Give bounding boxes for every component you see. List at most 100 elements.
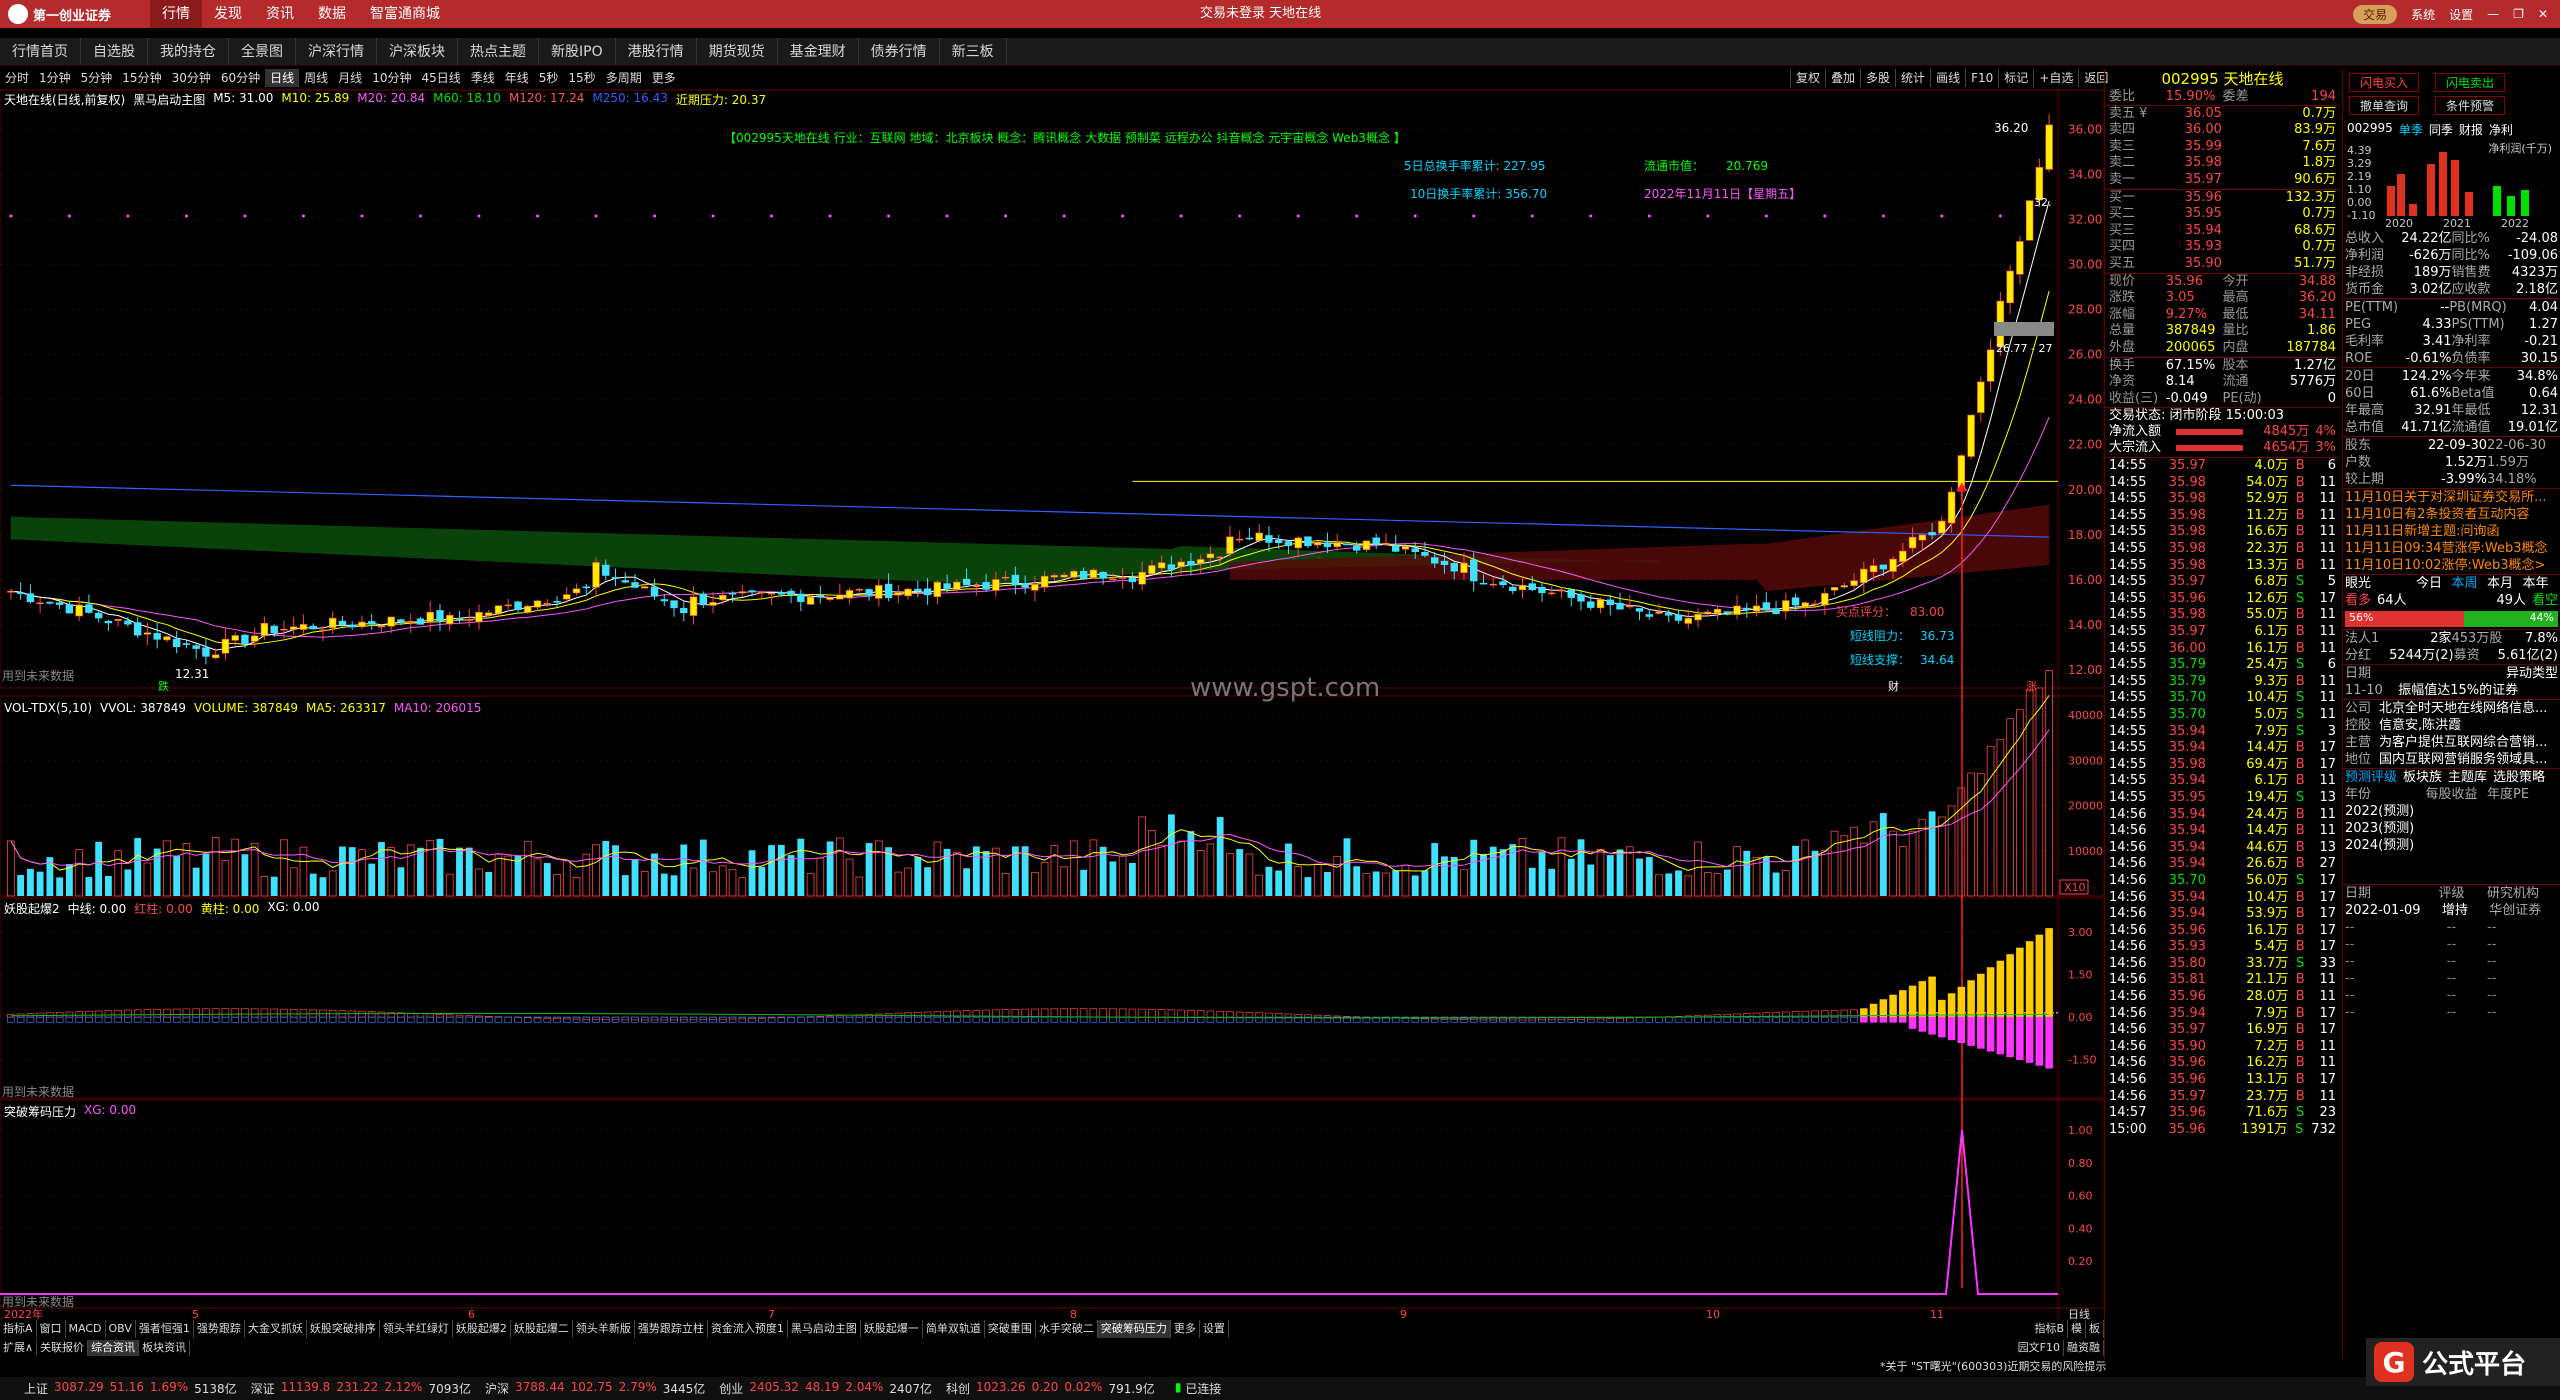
- chart-tool-0[interactable]: 复权: [1790, 69, 1825, 87]
- period-12[interactable]: 年线: [500, 69, 534, 87]
- period-0[interactable]: 分时: [0, 69, 34, 87]
- subnav-tab-4[interactable]: 沪深行情: [296, 38, 377, 65]
- subnav-tab-3[interactable]: 全景图: [229, 38, 296, 65]
- period-15[interactable]: 多周期: [601, 69, 647, 87]
- indicator-tab-11[interactable]: 领头羊新版: [573, 1320, 635, 1338]
- sentiment-tab-2[interactable]: 本月: [2487, 575, 2523, 592]
- news-item-3[interactable]: 11月11日09:34营涨停:Web3概念: [2343, 540, 2560, 557]
- subnav-tab-9[interactable]: 期货现货: [697, 38, 778, 65]
- news-item-2[interactable]: 11月11日新增主题:问询函: [2343, 523, 2560, 540]
- system-menu[interactable]: 系统: [2411, 6, 2435, 23]
- index-2[interactable]: 沪深 3788.44 102.75 2.79% 3445亿: [485, 1380, 705, 1397]
- subnav-tab-6[interactable]: 热点主题: [458, 38, 539, 65]
- predict-tab-3[interactable]: 选股策略: [2493, 769, 2545, 786]
- info-tab-2[interactable]: 综合资讯: [88, 1340, 140, 1356]
- indicator-tab-21[interactable]: 设置: [1200, 1320, 1229, 1338]
- period-7[interactable]: 周线: [299, 69, 333, 87]
- subnav-tab-11[interactable]: 债券行情: [859, 38, 940, 65]
- settings-menu[interactable]: 设置: [2449, 6, 2473, 23]
- info-tab-3[interactable]: 板块资讯: [139, 1340, 191, 1356]
- sentiment-tab-3[interactable]: 本年: [2523, 575, 2559, 592]
- indicator-tab-6[interactable]: 大金叉抓妖: [245, 1320, 307, 1338]
- subnav-tab-0[interactable]: 行情首页: [0, 38, 81, 65]
- sentiment-tab-1[interactable]: 本周: [2452, 575, 2488, 592]
- f10-tab-0[interactable]: 单季: [2399, 121, 2423, 138]
- period-10[interactable]: 45日线: [416, 69, 465, 87]
- subnav-tab-1[interactable]: 自选股: [81, 38, 148, 65]
- period-8[interactable]: 月线: [333, 69, 367, 87]
- period-14[interactable]: 15秒: [563, 69, 600, 87]
- index-0[interactable]: 上证 3087.29 51.16 1.69% 5138亿: [24, 1380, 237, 1397]
- index-3[interactable]: 创业 2405.32 48.19 2.04% 2407亿: [719, 1380, 932, 1397]
- f10-tab-1[interactable]: 同季: [2429, 121, 2453, 138]
- chart-tool-3[interactable]: 统计: [1895, 69, 1930, 87]
- indicator-tab-20[interactable]: 更多: [1171, 1320, 1200, 1338]
- sentiment-tab-0[interactable]: 今日: [2416, 575, 2452, 592]
- indicator-tab-r-1[interactable]: 模: [2068, 1320, 2086, 1338]
- news-item-1[interactable]: 11月10日有2条投资者互动内容: [2343, 506, 2560, 523]
- period-2[interactable]: 5分钟: [76, 69, 118, 87]
- margin-tab[interactable]: 融资融: [2064, 1340, 2104, 1356]
- menu-tab-mall[interactable]: 智富通商城: [358, 0, 452, 28]
- restore-icon[interactable]: ❐: [2513, 7, 2524, 21]
- period-4[interactable]: 30分钟: [167, 69, 216, 87]
- menu-tab-discover[interactable]: 发现: [202, 0, 254, 28]
- indicator-tab-2[interactable]: MACD: [66, 1320, 106, 1338]
- flash-sell-button[interactable]: 闪电卖出: [2435, 73, 2506, 92]
- indicator-tab-16[interactable]: 简单双轨道: [923, 1320, 985, 1338]
- minimize-icon[interactable]: —: [2487, 7, 2499, 21]
- indicator-tab-13[interactable]: 资金流入预度1: [708, 1320, 788, 1338]
- predict-tab-0[interactable]: 预测评级: [2345, 769, 2397, 786]
- cancel-query-button[interactable]: 撤单查询: [2349, 96, 2420, 115]
- indicator-tab-9[interactable]: 妖股起爆2: [453, 1320, 511, 1338]
- subnav-tab-2[interactable]: 我的持仓: [148, 38, 229, 65]
- chart-tool-6[interactable]: 标记: [1998, 69, 2033, 87]
- indicator-tab-0[interactable]: 指标A: [0, 1320, 37, 1338]
- chart-tool-4[interactable]: 画线: [1930, 69, 1965, 87]
- indicator-tab-17[interactable]: 突破重围: [985, 1320, 1036, 1338]
- f10-tab-2[interactable]: 财报: [2459, 121, 2483, 138]
- news-item-4[interactable]: 11月10日10:02涨停:Web3概念>: [2343, 557, 2560, 574]
- subnav-tab-5[interactable]: 沪深板块: [377, 38, 458, 65]
- period-3[interactable]: 15分钟: [117, 69, 166, 87]
- indicator-tab-18[interactable]: 水手突破二: [1036, 1320, 1098, 1338]
- menu-tab-quote[interactable]: 行情: [150, 0, 202, 28]
- index-4[interactable]: 科创 1023.26 0.20 0.02% 791.9亿: [946, 1380, 1155, 1397]
- index-1[interactable]: 深证 11139.8 231.22 2.12% 7093亿: [251, 1380, 471, 1397]
- period-16[interactable]: 更多: [647, 69, 681, 87]
- indicator-tab-4[interactable]: 强者恒强1: [136, 1320, 194, 1338]
- chart-tool-7[interactable]: +自选: [2033, 69, 2078, 87]
- condition-alert-button[interactable]: 条件预警: [2435, 96, 2506, 115]
- info-tab-1[interactable]: 关联报价: [37, 1340, 89, 1356]
- indicator-tab-r-2[interactable]: 板: [2086, 1320, 2104, 1338]
- period-1[interactable]: 1分钟: [34, 69, 76, 87]
- news-item-0[interactable]: 11月10日关于对深圳证券交易所...: [2343, 489, 2560, 506]
- close-icon[interactable]: ✕: [2538, 7, 2548, 21]
- indicator-tab-14[interactable]: 黑马启动主图: [788, 1320, 861, 1338]
- chart-tool-2[interactable]: 多股: [1860, 69, 1895, 87]
- period-13[interactable]: 5秒: [534, 69, 564, 87]
- indicator-tab-1[interactable]: 窗口: [37, 1320, 66, 1338]
- subnav-tab-7[interactable]: 新股IPO: [539, 38, 616, 65]
- period-9[interactable]: 10分钟: [367, 69, 416, 87]
- indicator-tab-19[interactable]: 突破筹码压力: [1097, 1320, 1171, 1338]
- indicator-tab-3[interactable]: OBV: [106, 1320, 136, 1338]
- f10-tab-3[interactable]: 净利: [2489, 121, 2513, 138]
- flash-buy-button[interactable]: 闪电买入: [2349, 73, 2420, 92]
- indicator-tab-12[interactable]: 强势跟踪立柱: [635, 1320, 708, 1338]
- f10-tab[interactable]: 园文F10: [2015, 1340, 2064, 1356]
- indicator-tab-r-0[interactable]: 指标B: [2031, 1320, 2068, 1338]
- period-6[interactable]: 日线: [265, 69, 300, 87]
- info-tab-0[interactable]: 扩展∧: [0, 1340, 38, 1356]
- period-5[interactable]: 60分钟: [216, 69, 265, 87]
- chart-tool-1[interactable]: 叠加: [1825, 69, 1860, 87]
- predict-tab-2[interactable]: 主题库: [2448, 769, 2487, 786]
- predict-tab-1[interactable]: 板块族: [2403, 769, 2442, 786]
- menu-tab-data[interactable]: 数据: [306, 0, 358, 28]
- indicator-tab-15[interactable]: 妖股起爆一: [861, 1320, 923, 1338]
- indicator-tab-10[interactable]: 妖股起爆二: [511, 1320, 573, 1338]
- indicator-tab-8[interactable]: 领头羊红绿灯: [380, 1320, 453, 1338]
- trade-button[interactable]: 交易: [2353, 4, 2398, 24]
- subnav-tab-8[interactable]: 港股行情: [616, 38, 697, 65]
- subnav-tab-12[interactable]: 新三板: [940, 38, 1007, 65]
